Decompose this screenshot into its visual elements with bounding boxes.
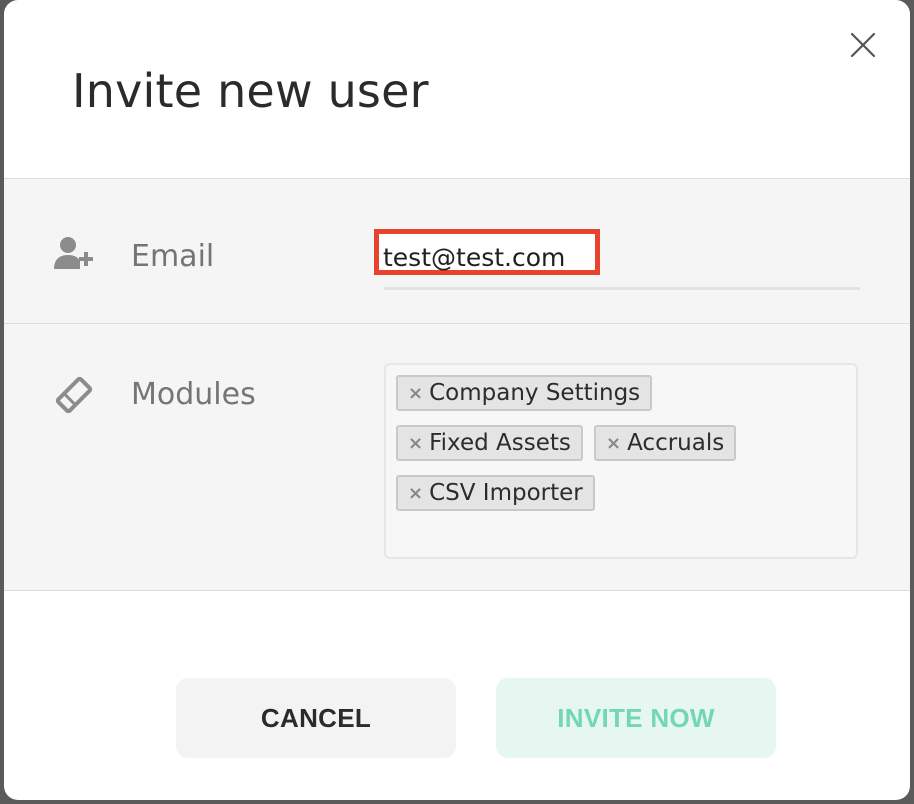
module-tag-label: Fixed Assets xyxy=(429,430,571,456)
invite-now-button[interactable]: INVITE NOW xyxy=(496,678,776,758)
module-tag: × Company Settings xyxy=(396,375,653,411)
remove-tag-icon[interactable]: × xyxy=(408,433,423,454)
module-tag: × Accruals xyxy=(594,425,737,461)
close-button[interactable] xyxy=(848,30,878,60)
module-tag-label: CSV Importer xyxy=(429,480,583,506)
remove-tag-icon[interactable]: × xyxy=(606,433,621,454)
close-icon xyxy=(850,32,876,58)
cancel-button[interactable]: CANCEL xyxy=(176,678,456,758)
module-tag-label: Accruals xyxy=(627,430,725,456)
invite-form: Email Modules × Company Settings xyxy=(4,178,910,591)
remove-tag-icon[interactable]: × xyxy=(408,383,423,404)
user-plus-icon xyxy=(52,235,96,275)
email-underline xyxy=(384,287,860,290)
modules-label: Modules xyxy=(131,377,256,412)
ticket-icon xyxy=(54,375,98,415)
dialog-title: Invite new user xyxy=(72,64,429,118)
invite-user-dialog: Invite new user Email test@test.com Modu… xyxy=(4,0,910,800)
email-field-wrapper xyxy=(374,229,860,291)
module-tag-label: Company Settings xyxy=(429,380,641,406)
remove-tag-icon[interactable]: × xyxy=(408,483,423,504)
email-input[interactable] xyxy=(383,238,583,276)
email-label: Email xyxy=(131,239,215,274)
module-tag: × Fixed Assets xyxy=(396,425,583,461)
module-tag: × CSV Importer xyxy=(396,475,595,511)
row-divider xyxy=(4,323,910,324)
modules-select[interactable]: × Company Settings × Fixed Assets × Accr… xyxy=(384,363,858,559)
email-highlight-box xyxy=(374,229,600,276)
